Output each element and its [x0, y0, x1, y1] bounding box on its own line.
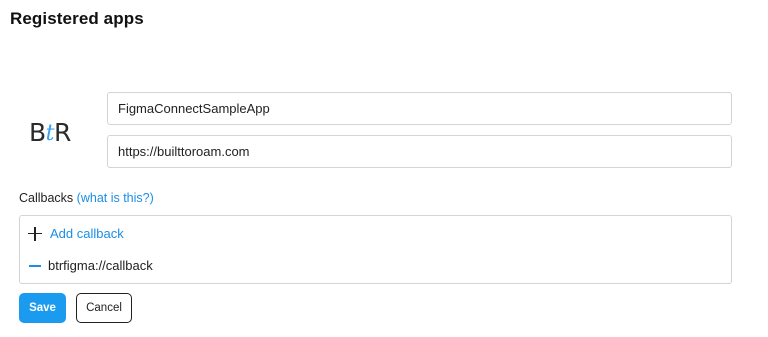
logo-letter-t: t — [45, 121, 55, 146]
callback-item: btrfigma://callback — [28, 258, 153, 273]
logo-letter-b: B — [29, 118, 46, 147]
minus-icon[interactable] — [29, 264, 41, 267]
add-callback-label: Add callback — [50, 226, 124, 241]
callbacks-label: Callbacks — [19, 191, 74, 205]
plus-icon — [28, 226, 42, 241]
app-logo: BtR — [29, 116, 89, 150]
page-title: Registered apps — [10, 9, 144, 28]
callbacks-list: Add callback btrfigma://callback — [19, 215, 732, 284]
cancel-button[interactable]: Cancel — [76, 293, 132, 323]
callbacks-heading: Callbacks (what is this?) — [19, 191, 154, 205]
save-button[interactable]: Save — [19, 293, 66, 323]
app-url-input[interactable] — [107, 135, 732, 168]
callbacks-help-link[interactable]: (what is this?) — [77, 191, 154, 205]
add-callback-button[interactable]: Add callback — [28, 226, 124, 241]
callback-value: btrfigma://callback — [48, 258, 153, 273]
app-name-input[interactable] — [107, 92, 732, 125]
logo-letter-r: R — [54, 118, 71, 147]
